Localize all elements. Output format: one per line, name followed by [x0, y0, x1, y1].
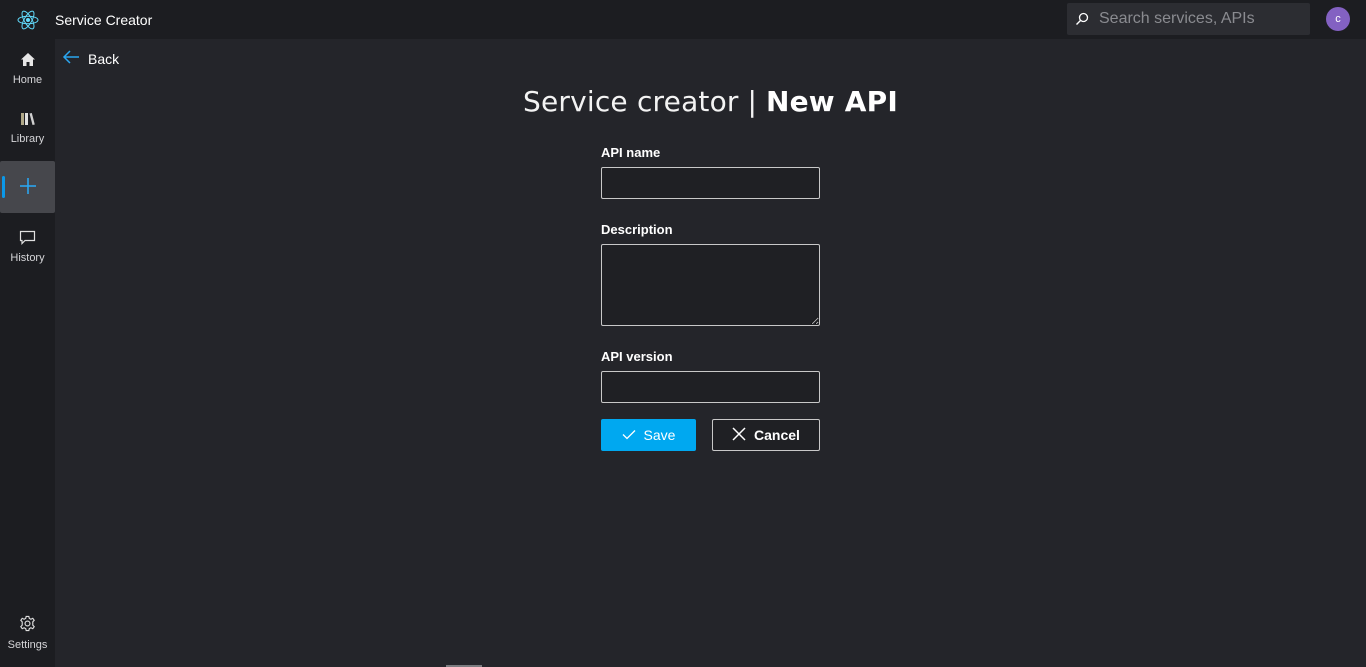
api-name-label: API name	[601, 145, 661, 160]
cancel-button[interactable]: Cancel	[712, 419, 820, 451]
sidebar-item-label: Settings	[7, 639, 48, 651]
gear-icon	[19, 615, 36, 635]
api-name-input[interactable]	[601, 167, 820, 199]
description-label: Description	[601, 222, 673, 237]
sidebar-item-new[interactable]	[0, 161, 55, 213]
home-icon	[20, 52, 36, 70]
search-box[interactable]	[1067, 3, 1310, 35]
api-version-label: API version	[601, 349, 673, 364]
chat-bubble-icon	[19, 230, 36, 248]
sidebar: Home Library History Settings	[0, 39, 55, 667]
search-icon	[1069, 12, 1095, 26]
close-icon	[732, 426, 746, 444]
sidebar-item-label: Library	[10, 132, 45, 145]
description-textarea[interactable]	[601, 244, 820, 326]
avatar[interactable]: c	[1326, 7, 1350, 31]
sidebar-item-history[interactable]: History	[0, 221, 55, 273]
save-button[interactable]: Save	[601, 419, 696, 451]
arrow-left-icon	[62, 49, 80, 69]
cancel-label: Cancel	[754, 427, 800, 443]
api-version-input[interactable]	[601, 371, 820, 403]
sidebar-item-settings[interactable]: Settings	[0, 607, 55, 659]
back-button[interactable]: Back	[62, 48, 119, 70]
react-logo-icon	[0, 0, 55, 39]
page-title: Service creator | New API	[0, 83, 1366, 119]
sidebar-item-label: History	[10, 252, 45, 264]
app-title: Service Creator	[55, 11, 153, 28]
checkmark-icon	[622, 427, 636, 443]
page-title-main: New API	[765, 85, 899, 118]
back-label: Back	[88, 51, 120, 67]
search-input[interactable]	[1099, 10, 1304, 28]
page-title-separator: |	[747, 85, 758, 118]
page-title-prefix: Service creator	[522, 85, 739, 118]
top-bar: Service Creator c	[0, 0, 1366, 39]
save-label: Save	[643, 427, 676, 443]
add-icon	[19, 177, 37, 198]
